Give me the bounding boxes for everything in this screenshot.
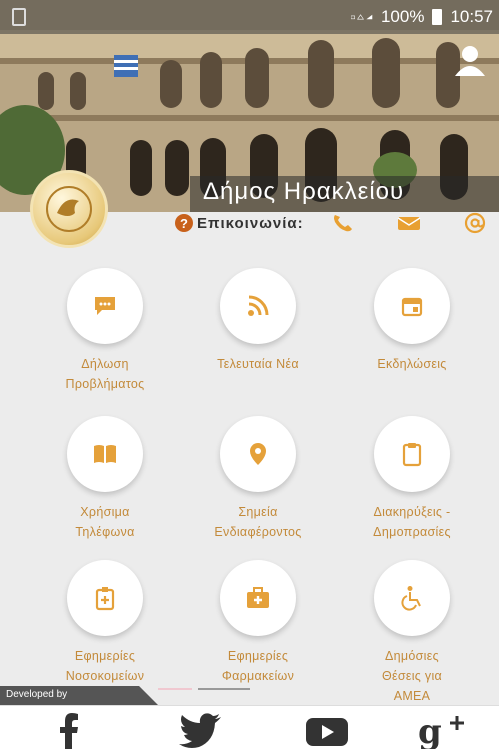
tile-label: Τελευταία Νέα [217, 357, 299, 371]
tile-circle [220, 268, 296, 344]
developer-logo[interactable] [158, 686, 258, 692]
tile-circle [67, 268, 143, 344]
tile-label: Δημόσιες Θέσεις για ΑΜΕΑ [381, 649, 443, 703]
tile-tenders-auctions[interactable]: Διακηρύξεις - Δημοπρασίες [337, 416, 487, 542]
chat-icon [95, 297, 115, 315]
phone-icon[interactable] [330, 212, 356, 234]
tile-label: Εκδηλώσεις [377, 357, 447, 371]
notification-icon [12, 8, 26, 26]
svg-text:g: g [418, 713, 442, 749]
website-icon[interactable] [462, 212, 488, 234]
user-icon [455, 46, 485, 76]
user-profile-button[interactable] [451, 42, 489, 80]
tile-circle [374, 416, 450, 492]
tile-circle [374, 268, 450, 344]
tile-circle [220, 416, 296, 492]
clipboard-icon [402, 443, 422, 467]
map-pin-icon [250, 443, 266, 465]
tile-events[interactable]: Εκδηλώσεις [337, 268, 487, 374]
contact-label: Επικοινωνία: [197, 214, 304, 232]
page-title: Δήμος Ηρακλείου [203, 178, 405, 205]
tile-label: Δήλωση Προβλήματος [65, 357, 145, 391]
developed-by-bar: Developed by [0, 686, 290, 705]
tile-label: Σημεία Ενδιαφέροντος [214, 505, 302, 539]
logo-emblem [46, 186, 92, 232]
email-icon[interactable] [396, 212, 422, 234]
battery-percent: 100% [380, 7, 425, 26]
tile-label: Διακηρύξεις - Δημοπρασίες [373, 505, 451, 539]
contact-row: ? Επικοινωνία: [175, 210, 304, 236]
tile-useful-phones[interactable]: Χρήσιμα Τηλέφωνα [30, 416, 180, 542]
tile-label: Εφημερίες Νοσοκομείων [65, 649, 145, 683]
twitter-icon[interactable] [178, 713, 222, 749]
tile-label: Χρήσιμα Τηλέφωνα [75, 505, 135, 539]
wheelchair-icon [401, 586, 421, 611]
clock: 10:57 [450, 7, 493, 26]
developed-by-label: Developed by [0, 686, 158, 705]
tile-circle [374, 560, 450, 636]
help-icon: ? [175, 214, 193, 232]
tile-pharmacy-shifts[interactable]: Εφημερίες Φαρμακείων [183, 560, 333, 686]
book-icon [94, 445, 116, 463]
rss-icon [248, 295, 269, 316]
youtube-icon[interactable] [304, 713, 350, 749]
municipality-logo [30, 170, 108, 248]
tile-hospital-shifts[interactable]: Εφημερίες Νοσοκομείων [30, 560, 180, 686]
tile-circle [67, 416, 143, 492]
facebook-icon[interactable] [58, 713, 80, 749]
tile-latest-news[interactable]: Τελευταία Νέα [183, 268, 333, 374]
first-aid-icon [247, 587, 269, 608]
tile-circle [67, 560, 143, 636]
tile-label: Εφημερίες Φαρμακείων [221, 649, 295, 683]
tile-points-of-interest[interactable]: Σημεία Ενδιαφέροντος [183, 416, 333, 542]
calendar-icon [401, 297, 423, 317]
tile-circle [220, 560, 296, 636]
google-plus-icon[interactable]: g [418, 713, 468, 749]
battery-icon [432, 9, 443, 25]
tile-report-problem[interactable]: Δήλωση Προβλήματος [30, 268, 180, 394]
tile-disability-jobs[interactable]: Δημόσιες Θέσεις για ΑΜΕΑ [337, 560, 487, 706]
status-bar: 100% 10:57 [0, 0, 499, 34]
signal-icons [350, 14, 373, 20]
hospital-icon [95, 587, 115, 611]
